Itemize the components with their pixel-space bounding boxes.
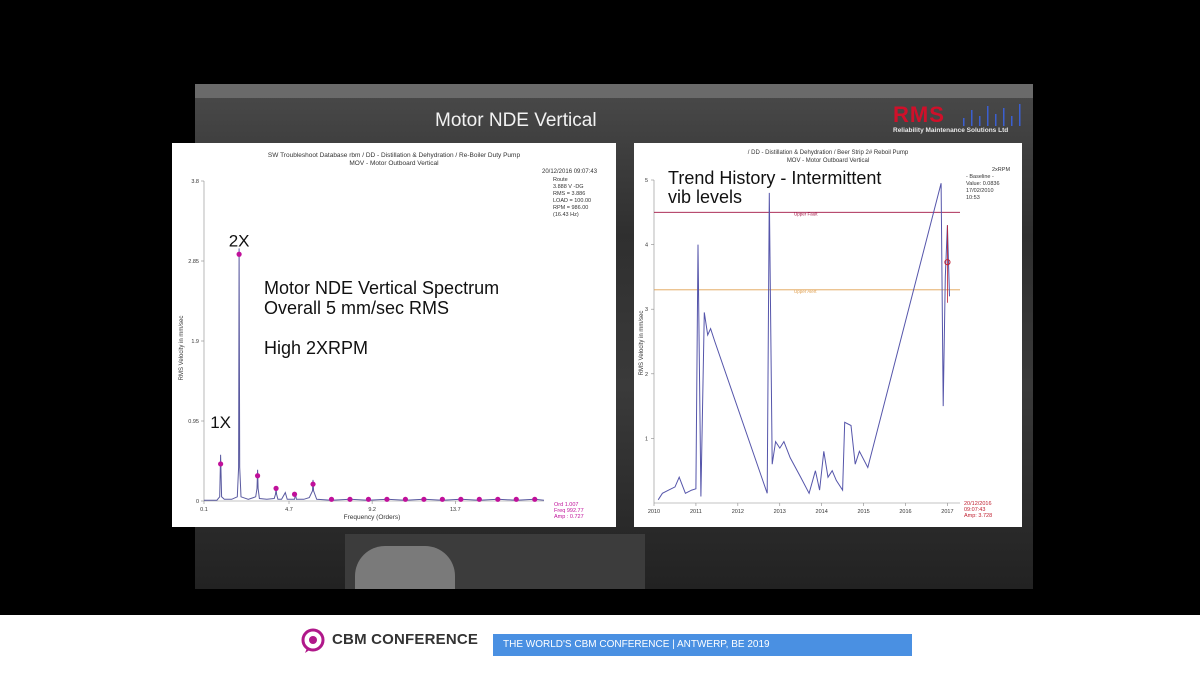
spectrum-harmonic-marker — [310, 481, 316, 487]
spectrum-harmonic-marker — [421, 496, 427, 502]
trend-info-0: 2xRPM — [992, 167, 1010, 173]
logo-text: RMS — [893, 102, 945, 127]
trend-threshold-label: Upper Alert — [794, 289, 817, 294]
spectrum-info-0: 20/12/2016 09:07:43 — [542, 169, 598, 175]
spectrum-harmonic-marker — [291, 491, 298, 497]
slide-title: Motor NDE Vertical — [435, 110, 597, 131]
trend-info-1: - Baseline - — [966, 174, 994, 180]
trend-ylabel: RMS Velocity in mm/sec — [639, 311, 645, 376]
spectrum-x-tick-label: 4.7 — [285, 507, 293, 513]
spectrum-annotation-2: High 2XRPM — [264, 338, 368, 358]
spectrum-harmonic-marker — [532, 496, 538, 502]
spectrum-header: SW Troubleshoot Database rbm / DD - Dist… — [268, 152, 521, 159]
spectrum-y-tick-label: 0 — [196, 499, 199, 505]
spectrum-y-tick-label: 0.95 — [188, 419, 199, 425]
spectrum-info-5: RPM = 986.00 — [553, 205, 588, 211]
trend-annotation-1: vib levels — [668, 187, 742, 207]
trend-plot-area: 5 4 3 2 1 2010 2011 2012 2013 2014 2015 2016 2017 Upp… — [645, 178, 960, 515]
bg-beam — [195, 84, 1033, 98]
spectrum-peak-label: 1X — [210, 413, 231, 432]
spectrum-subheader: MOV - Motor Outboard Vertical — [349, 160, 439, 167]
trend-threshold-label: Upper Fault — [794, 211, 818, 216]
trend-chart: / DD - Distillation & Dehydration / Beer… — [639, 150, 1010, 519]
cbm-logo-icon — [301, 628, 325, 653]
spectrum-harmonic-marker — [458, 496, 464, 502]
spectrum-harmonic-marker — [439, 496, 445, 502]
spectrum-ylabel: RMS Velocity in mm/sec — [179, 316, 185, 381]
trend-x-tick-label: 2014 — [816, 509, 828, 515]
trend-y-tick-label: 4 — [645, 243, 648, 249]
spectrum-info-1: Route — [553, 177, 568, 183]
trend-readout-2: Amp: 3.728 — [964, 513, 992, 519]
spectrum-x-tick-label: 13.7 — [450, 507, 461, 513]
trend-header: / DD - Distillation & Dehydration / Beer… — [748, 150, 909, 156]
spectrum-info-4: LOAD = 100.00 — [553, 198, 591, 204]
spectrum-info-3: RMS = 3.886 — [553, 191, 585, 197]
trend-y-tick-label: 3 — [645, 307, 648, 313]
spectrum-annotation-0: Motor NDE Vertical Spectrum — [264, 278, 499, 298]
spectrum-x-tick-label: 9.2 — [368, 507, 376, 513]
trend-info-4: 10:53 — [966, 195, 980, 201]
trend-annotation-0: Trend History - Intermittent — [668, 168, 881, 188]
logo-bars-icon — [963, 104, 1021, 126]
trend-y-tick-label: 1 — [645, 436, 648, 442]
trend-info-2: Value: 0.0836 — [966, 181, 1000, 187]
spectrum-x-tick-label: 0.1 — [200, 507, 208, 513]
spectrum-annotation-1: Overall 5 mm/sec RMS — [264, 298, 449, 318]
trend-y-tick-label: 2 — [645, 372, 648, 378]
spectrum-harmonic-marker — [254, 473, 261, 479]
spectrum-peak-label: 2X — [229, 231, 250, 250]
trend-x-tick-label: 2015 — [857, 509, 869, 515]
trend-x-tick-label: 2012 — [732, 509, 744, 515]
trend-info-3: 17/02/2010 — [966, 188, 994, 194]
spectrum-readout-2: Amp : 0.727 — [554, 514, 584, 520]
trend-x-tick-label: 2011 — [690, 509, 702, 515]
trend-x-tick-label: 2013 — [774, 509, 786, 515]
bg-motor — [355, 546, 455, 589]
spectrum-harmonic-marker — [273, 485, 279, 491]
footer-brand: CBM CONFERENCE — [332, 631, 479, 648]
trend-y-tick-label: 5 — [645, 178, 648, 184]
spectrum-chart: SW Troubleshoot Database rbm / DD - Dist… — [179, 152, 598, 521]
spectrum-y-tick-label: 2.85 — [188, 259, 199, 265]
spectrum-y-tick-label: 1.9 — [191, 339, 199, 345]
trend-subheader: MOV - Motor Outboard Vertical — [787, 158, 869, 164]
trend-x-tick-label: 2016 — [899, 509, 911, 515]
rms-logo: RMS Reliability Maintenance Solutions Lt… — [893, 102, 1031, 138]
spectrum-y-tick-label: 3.8 — [191, 179, 199, 185]
spectrum-harmonic-marker — [328, 496, 335, 502]
spectrum-harmonic-marker — [347, 496, 353, 502]
spectrum-harmonic-marker — [384, 496, 390, 502]
spectrum-panel: SW Troubleshoot Database rbm / DD - Dist… — [172, 143, 616, 527]
trend-series-line — [657, 183, 950, 501]
spectrum-harmonic-marker — [218, 461, 224, 467]
spectrum-info-2: 3.888 V -DG — [553, 184, 584, 190]
trend-x-tick-label: 2017 — [941, 509, 953, 515]
spectrum-harmonic-marker — [236, 251, 242, 257]
spectrum-harmonic-marker — [513, 496, 519, 502]
trend-x-tick-label: 2010 — [648, 509, 660, 515]
spectrum-xlabel: Frequency (Orders) — [344, 514, 401, 521]
spectrum-harmonic-marker — [402, 496, 409, 502]
spectrum-harmonic-marker — [495, 496, 501, 502]
spectrum-info-6: (16.43 Hz) — [553, 212, 579, 218]
trend-panel: / DD - Distillation & Dehydration / Beer… — [634, 143, 1022, 527]
logo-subtext: Reliability Maintenance Solutions Ltd — [893, 127, 1009, 134]
footer-tagline: THE WORLD'S CBM CONFERENCE | ANTWERP, BE… — [493, 634, 912, 656]
spectrum-harmonic-marker — [365, 496, 372, 502]
spectrum-harmonic-marker — [476, 496, 482, 502]
footer: CBM CONFERENCE THE WORLD'S CBM CONFERENC… — [0, 615, 1200, 674]
